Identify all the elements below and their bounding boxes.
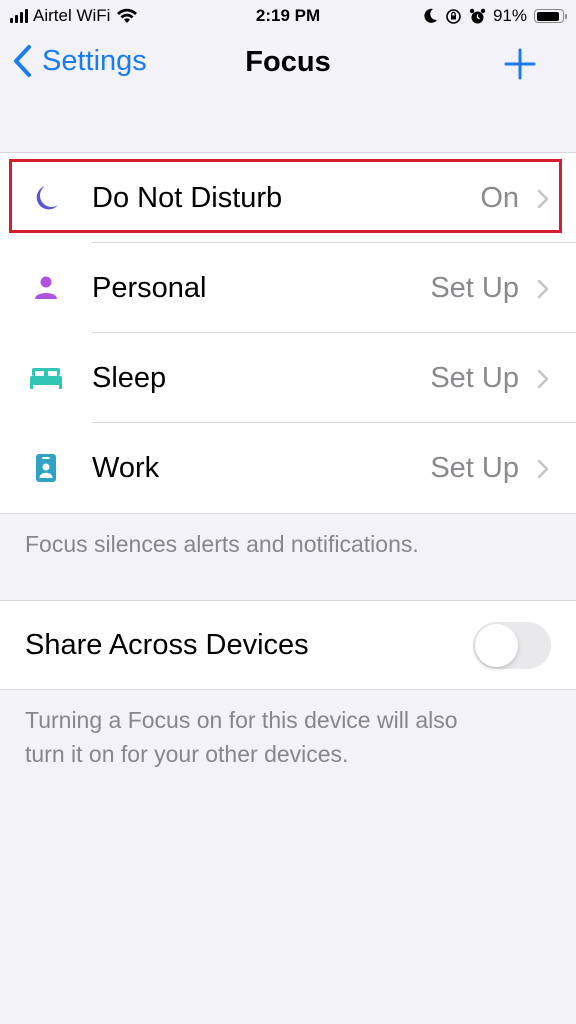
- focus-row-work[interactable]: Work Set Up: [0, 423, 576, 513]
- back-button[interactable]: Settings: [12, 44, 147, 78]
- focus-footer-text: Focus silences alerts and notifications.: [25, 531, 419, 557]
- share-footer-line-2: turn it on for your other devices.: [25, 741, 349, 767]
- back-label: Settings: [42, 44, 147, 77]
- share-across-devices-row: Share Across Devices: [0, 601, 576, 689]
- chevron-right-icon: [537, 459, 549, 479]
- moon-icon: [424, 8, 437, 23]
- focus-row-do-not-disturb[interactable]: Do Not Disturb On: [0, 153, 576, 243]
- chevron-right-icon: [537, 369, 549, 389]
- person-icon: [28, 243, 64, 333]
- focus-row-label: Do Not Disturb: [92, 181, 283, 214]
- chevron-right-icon: [537, 279, 549, 299]
- focus-row-label: Work: [92, 451, 160, 484]
- focus-row-personal[interactable]: Personal Set Up: [0, 243, 576, 333]
- status-bar: Airtel WiFi 2:19 PM 91%: [0, 0, 576, 34]
- focus-row-sleep[interactable]: Sleep Set Up: [0, 333, 576, 423]
- toggle-knob: [475, 624, 518, 667]
- focus-row-status: Set Up: [430, 271, 519, 304]
- share-across-devices-group: Share Across Devices: [0, 600, 576, 690]
- navigation-bar: Settings Focus: [0, 34, 576, 94]
- share-across-devices-label: Share Across Devices: [25, 628, 309, 661]
- focus-row-label: Sleep: [92, 361, 167, 394]
- id-badge-icon: [28, 423, 64, 513]
- share-footer-text: Turning a Focus on for this device will …: [25, 703, 458, 771]
- focus-row-status: Set Up: [430, 361, 519, 394]
- battery-icon: [534, 9, 567, 23]
- battery-fill: [536, 11, 560, 21]
- battery-percent: 91%: [492, 6, 527, 25]
- share-across-devices-toggle[interactable]: [473, 622, 551, 669]
- status-right: 91%: [424, 6, 567, 26]
- focus-row-label: Personal: [92, 271, 207, 304]
- focus-modes-list: Do Not Disturb On Personal Set Up Sleep …: [0, 152, 576, 514]
- moon-icon: [28, 153, 64, 243]
- focus-row-status: Set Up: [430, 451, 519, 484]
- alarm-icon: [469, 8, 486, 23]
- orientation-lock-icon: [446, 8, 461, 24]
- bed-icon: [28, 333, 64, 423]
- focus-row-status: On: [480, 181, 519, 214]
- share-footer-line-1: Turning a Focus on for this device will …: [25, 707, 458, 733]
- chevron-right-icon: [537, 189, 549, 209]
- plus-icon[interactable]: [504, 48, 536, 80]
- chevron-left-icon: [14, 45, 31, 77]
